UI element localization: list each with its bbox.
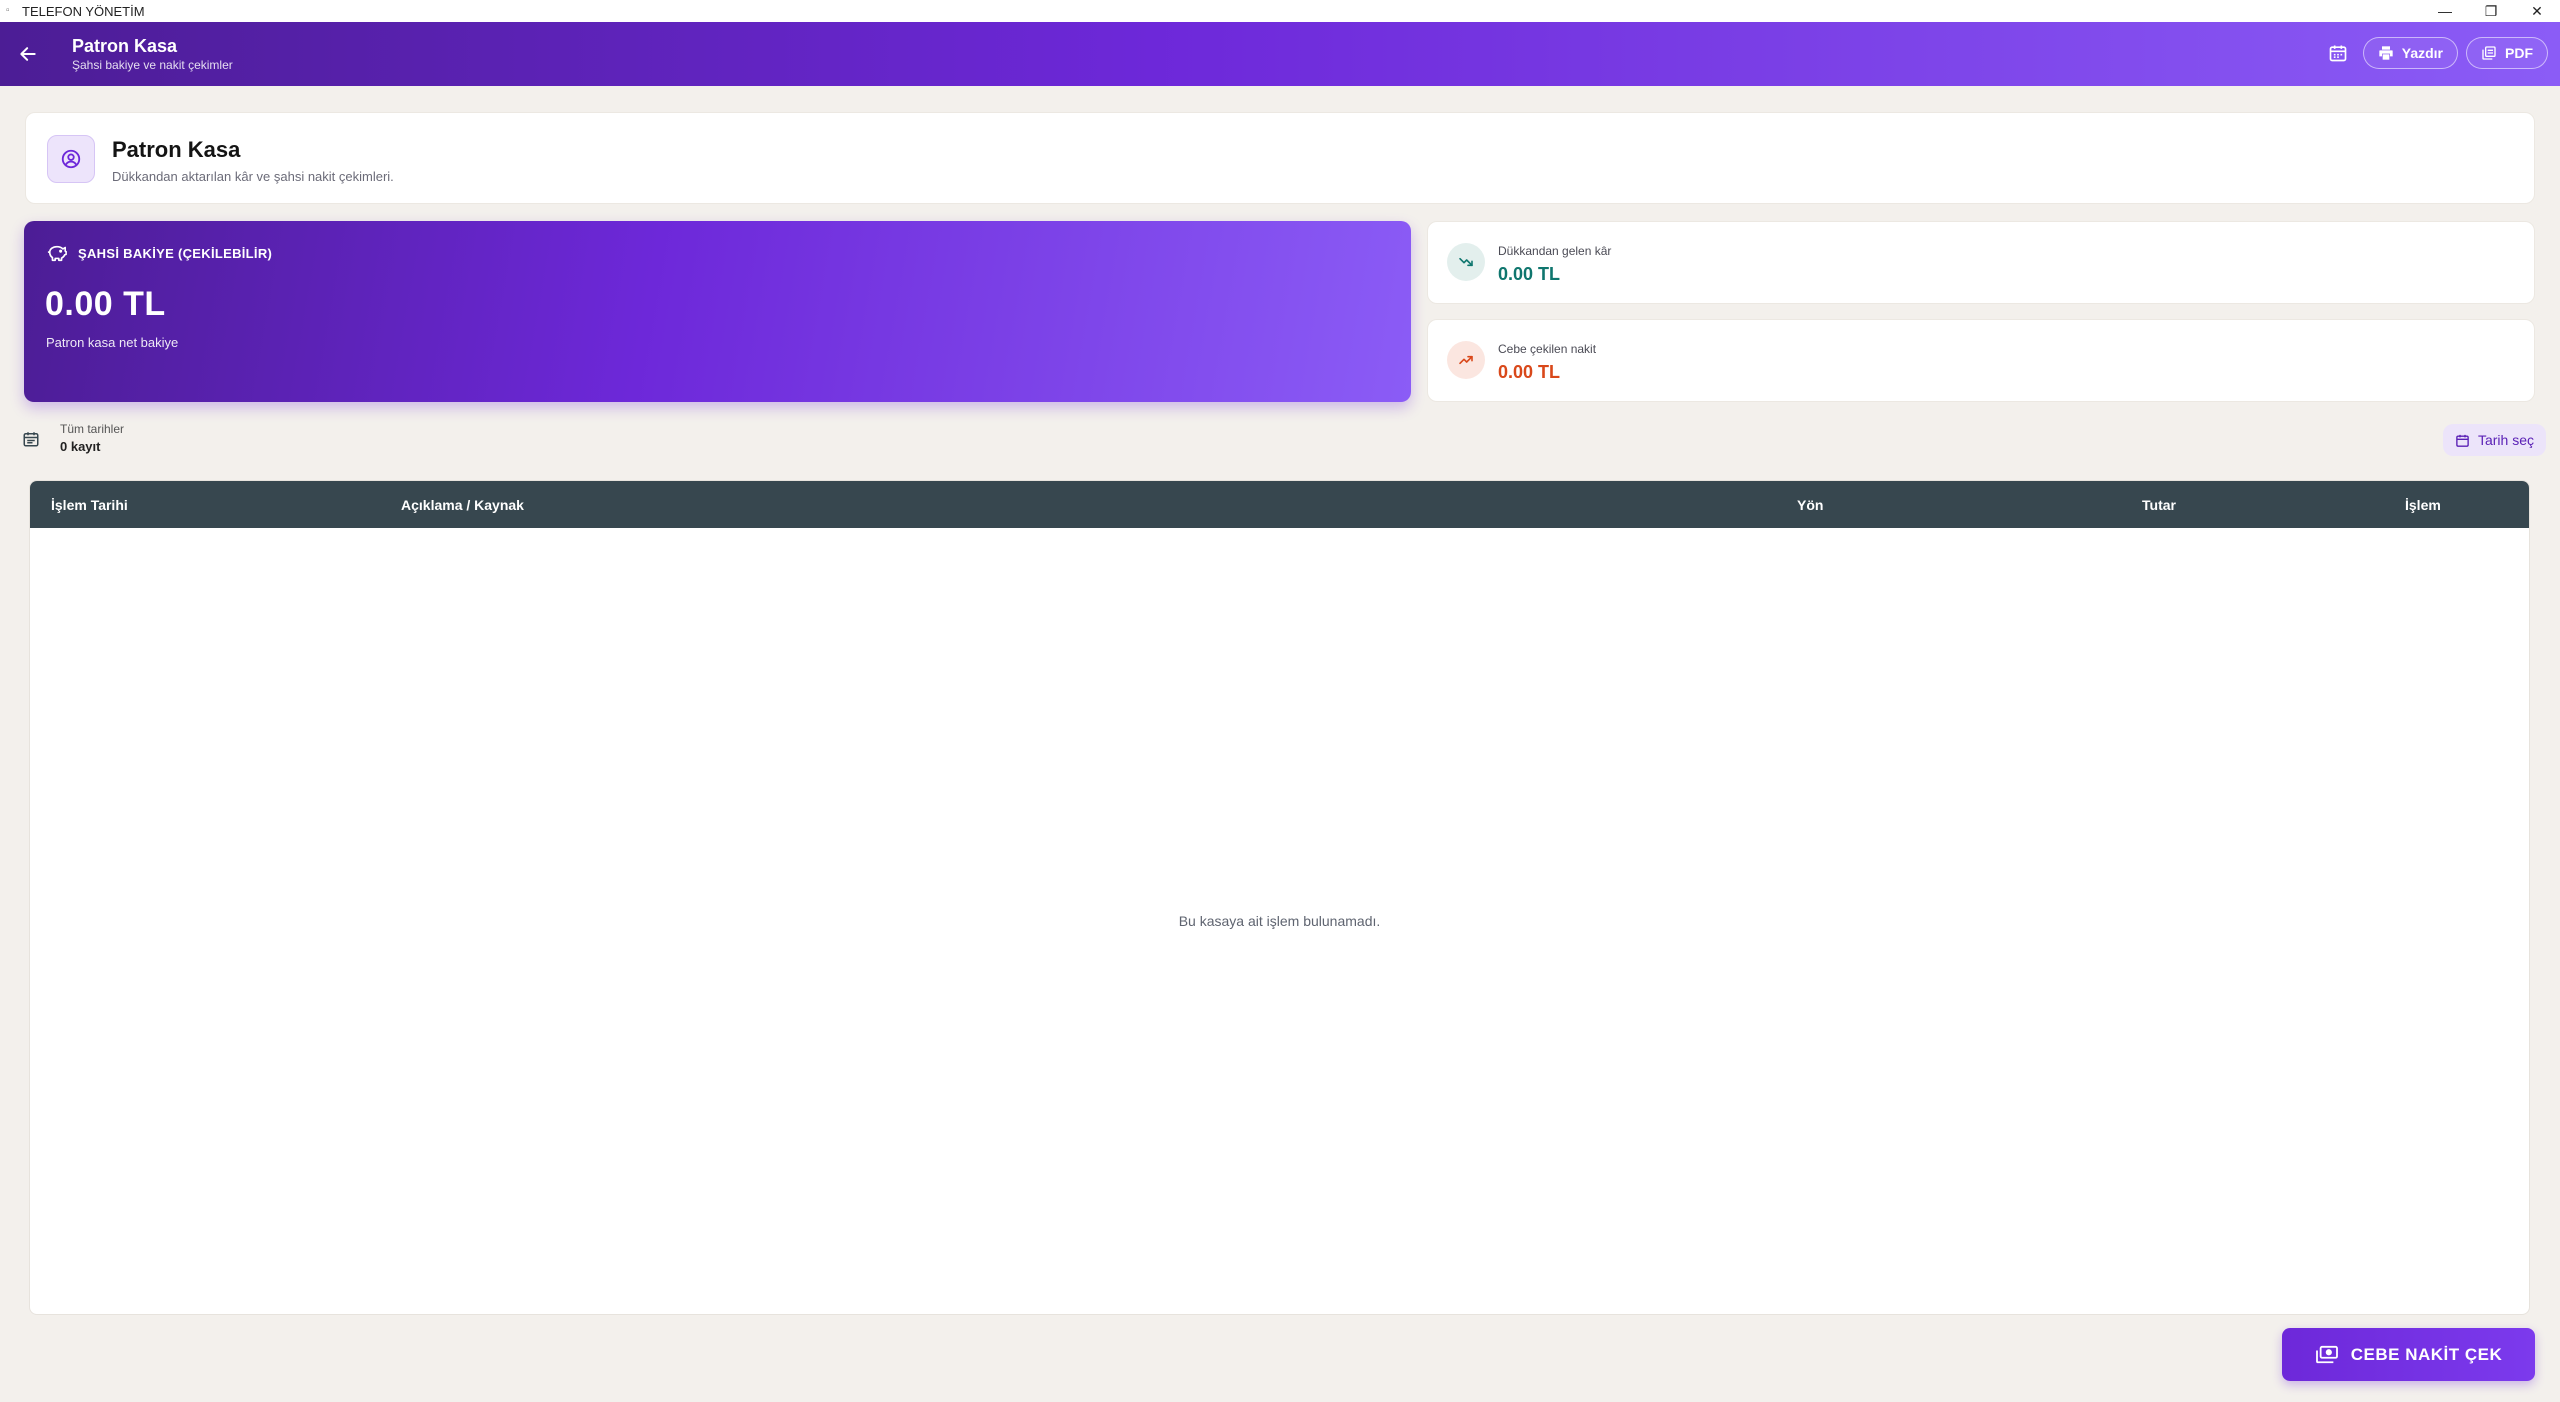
app-bar: Patron Kasa Şahsi bakiye ve nakit çekiml… [0,22,2560,86]
window-controls: — ❐ ✕ [2422,0,2560,22]
appbar-title: Patron Kasa [72,36,178,56]
record-count: 0 kayıt [60,439,101,454]
page-header-card: Patron Kasa Dükkandan aktarılan kâr ve ş… [25,112,2535,204]
stat-value: 0.00 TL [1498,362,1561,382]
cash-icon [2315,1345,2338,1363]
minimize-icon[interactable]: — [2422,0,2468,22]
window-titlebar: ▫ TELEFON YÖNETİM — ❐ ✕ [0,0,2560,22]
avatar [47,135,95,183]
stat-icon-wrapper [1447,243,1485,281]
close-icon[interactable]: ✕ [2514,0,2560,22]
stat-card-income: Dükkandan gelen kâr 0.00 TL [1427,221,2535,304]
calendar-icon [2329,45,2347,62]
stat-icon-wrapper [1447,341,1485,379]
balance-label: ŞAHSİ BAKİYE (ÇEKİLEBİLİR) [78,245,273,261]
balance-amount: 0.00 TL [45,285,166,323]
app-icon: ▫ [6,5,10,16]
appbar-subtitle: Şahsi bakiye ve nakit çekimler [72,58,233,72]
pdf-label: PDF [2505,45,2533,61]
column-header-description[interactable]: Açıklama / Kaynak [401,497,524,513]
event-note-icon [23,432,39,447]
trending-up-icon [1459,355,1473,365]
calendar-icon [2456,434,2469,447]
column-header-action[interactable]: İşlem [2405,497,2441,513]
window-title: TELEFON YÖNETİM [22,3,145,19]
stat-label: Cebe çekilen nakit [1498,342,1597,356]
stat-card-withdrawn: Cebe çekilen nakit 0.00 TL [1427,319,2535,402]
restore-icon[interactable]: ❐ [2468,0,2514,22]
back-button[interactable] [0,22,56,86]
printer-icon [2379,46,2393,60]
column-header-amount[interactable]: Tutar [2142,497,2176,513]
select-date-button[interactable]: Tarih seç [2442,424,2546,456]
empty-state-message: Bu kasaya ait işlem bulunamadı. [1178,913,1381,929]
trending-down-icon [1459,257,1473,267]
page-title: Patron Kasa [112,137,241,162]
stat-value: 0.00 TL [1498,264,1561,284]
date-range-label: Tüm tarihler [60,422,125,436]
appbar-actions: Yazdır PDF [2321,36,2548,70]
arrow-left-icon [20,47,36,61]
print-button[interactable]: Yazdır [2362,37,2458,69]
print-label: Yazdır [2401,45,2443,61]
stat-label: Dükkandan gelen kâr [1498,244,1612,258]
user-circle-icon [61,149,81,169]
column-header-direction[interactable]: Yön [1797,497,1823,513]
pdf-icon [2482,46,2496,60]
withdraw-cash-button[interactable]: CEBE NAKİT ÇEK [2282,1328,2535,1381]
piggy-bank-icon [47,245,67,262]
withdraw-cash-label: CEBE NAKİT ÇEK [2350,1344,2503,1364]
appbar-titles: Patron Kasa Şahsi bakiye ve nakit çekiml… [72,35,233,73]
balance-card: ŞAHSİ BAKİYE (ÇEKİLEBİLİR) 0.00 TL Patro… [24,221,1411,402]
select-date-label: Tarih seç [2477,432,2534,448]
calendar-button[interactable] [2321,36,2355,70]
table-header: İşlem Tarihi Açıklama / Kaynak Yön Tutar… [30,481,2529,528]
transactions-table: İşlem Tarihi Açıklama / Kaynak Yön Tutar… [29,480,2530,1315]
pdf-button[interactable]: PDF [2466,37,2548,69]
filter-row: Tüm tarihler 0 kayıt Tarih seç [18,420,2546,460]
balance-caption: Patron kasa net bakiye [46,335,179,350]
balance-card-header: ŞAHSİ BAKİYE (ÇEKİLEBİLİR) [46,243,272,263]
column-header-date[interactable]: İşlem Tarihi [51,497,128,513]
page-subtitle: Dükkandan aktarılan kâr ve şahsi nakit ç… [112,169,394,184]
